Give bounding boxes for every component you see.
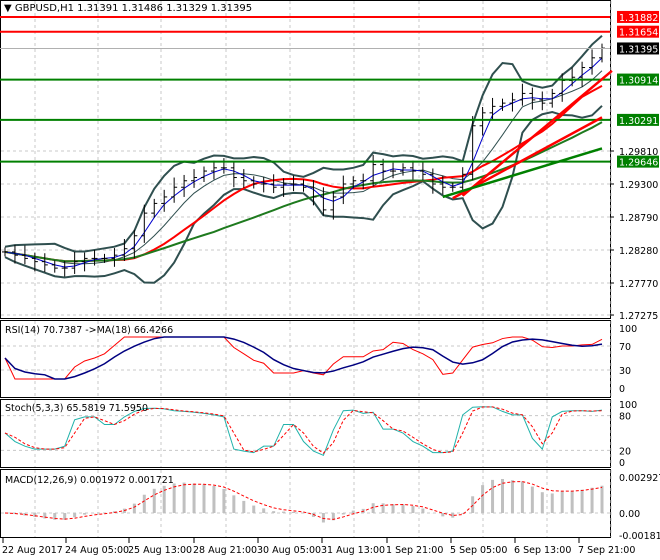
price-bar (71, 251, 78, 274)
price-level-label: 1.31882 (619, 13, 658, 24)
x-axis-label: 28 Aug 21:00 (193, 545, 257, 556)
rsi-axis-label: 70 (619, 342, 631, 353)
rsi-axis-label: 30 (619, 366, 631, 377)
bollinger-upper (4, 34, 603, 253)
x-axis-label: 6 Sep 13:00 (514, 545, 571, 556)
price-bar (579, 61, 586, 87)
price-bar (360, 173, 367, 190)
price-bar (479, 107, 486, 136)
price-bar (240, 169, 247, 188)
price-level-label: 1.31654 (619, 28, 658, 39)
price-axis-label: 1.29300 (619, 180, 658, 191)
price-bar (270, 174, 277, 194)
price-bar (519, 83, 526, 106)
x-axis-label: 1 Sep 21:00 (386, 545, 443, 556)
chart-canvas[interactable]: 22 Aug 2017 24 Aug 05:0025 Aug 13:00 28 Au… (0, 0, 660, 560)
collapse-triangle-icon[interactable]: ▼ (4, 3, 12, 14)
x-axis-label: 30 Aug 05:00 (257, 545, 321, 556)
price-bar (2, 247, 8, 257)
price-level-label: 1.29646 (619, 158, 658, 169)
price-axis-label: 1.27275 (619, 311, 658, 322)
price-bar (589, 49, 596, 75)
price-bar (449, 182, 456, 192)
price-bar (260, 176, 267, 193)
price-bar (569, 67, 576, 87)
price-level-label: 1.31395 (619, 44, 658, 55)
stoch-label: Stoch(5,3,3) 65.5819 71.5950 (5, 403, 148, 414)
chart-window[interactable]: 22 Aug 2017 24 Aug 05:00 25 Aug 13:00 28 Au… (0, 0, 660, 560)
price-bar (230, 162, 237, 188)
price-level-label: 1.30291 (619, 116, 658, 127)
macd-label: MACD(12,26,9) 0.001972 0.001721 (5, 475, 174, 486)
x-axis-label: 24 Aug 05:00 (65, 545, 129, 556)
price-bar (210, 160, 217, 180)
stoch-main-line (4, 406, 603, 456)
macd-axis-label: -0.001811 (619, 531, 660, 542)
stoch-axis-label: 0 (619, 458, 625, 469)
price-bar (529, 87, 536, 110)
price-bar (51, 260, 58, 273)
trendline (442, 147, 603, 199)
stoch-axis-label: 80 (619, 412, 631, 423)
price-bar (370, 154, 377, 187)
rsi-line (4, 336, 603, 380)
price-axis-label: 1.27770 (619, 279, 658, 290)
price-axis-label: 1.28790 (619, 213, 658, 224)
x-axis-label: 5 Sep 05:00 (450, 545, 507, 556)
price-bar (250, 176, 257, 189)
price-level-label: 1.30914 (619, 76, 658, 87)
symbol-info: GBPUSD,H1 1.31391 1.31486 1.31329 1.3139… (14, 3, 253, 14)
price-bar (161, 189, 168, 212)
price-bar (489, 97, 496, 120)
x-axis-label: 31 Aug 13:00 (321, 545, 385, 556)
stoch-axis-label: 100 (619, 400, 637, 411)
price-bar (171, 177, 178, 203)
macd-axis-label: 0.00 (619, 509, 640, 520)
chart-title: ▼ GBPUSD,H1 1.31391 1.31486 1.31329 1.31… (4, 3, 252, 14)
price-axis-label: 1.28280 (619, 246, 658, 257)
x-axis-label: 22 Aug 2017 (2, 545, 63, 556)
macd-axis-label: 0.002927 (619, 473, 660, 484)
price-bar (181, 174, 188, 197)
rsi-axis-label: 0 (619, 384, 625, 395)
price-bar (201, 166, 207, 183)
x-axis-label: 7 Sep 21:00 (578, 545, 635, 556)
price-bar (191, 169, 198, 188)
stoch-axis-label: 20 (619, 446, 631, 457)
rsi-axis-label: 100 (619, 324, 637, 335)
x-axis-label: 25 Aug 13:00 (128, 545, 192, 556)
rsi-label: RSI(14) 70.7387 ->MA(18) 66.4266 (5, 325, 173, 336)
price-bar (330, 191, 337, 220)
